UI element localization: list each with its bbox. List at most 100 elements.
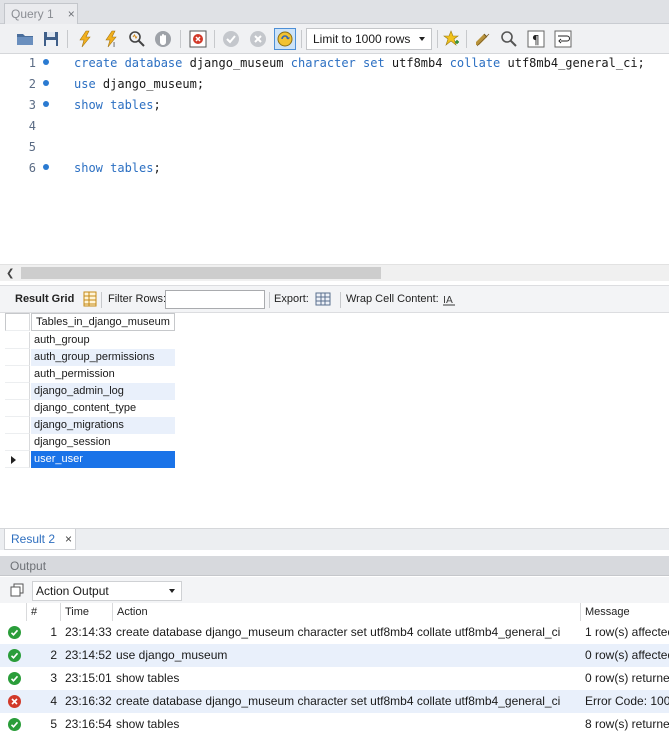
- beautify-icon[interactable]: [440, 28, 462, 50]
- row-gutter[interactable]: [5, 434, 30, 451]
- table-row[interactable]: django_content_type: [31, 400, 175, 417]
- table-row[interactable]: auth_group: [31, 332, 175, 349]
- line-number: 4: [28, 119, 36, 133]
- output-message-header[interactable]: Message: [581, 603, 669, 621]
- export-label: Export:: [274, 293, 309, 305]
- line-number: 3: [28, 98, 36, 112]
- sql-editor[interactable]: 1 create database django_museum character…: [0, 54, 669, 264]
- tab-query-1[interactable]: Query 1 ×: [4, 3, 78, 24]
- editor-line[interactable]: 2 use django_museum;: [0, 75, 669, 95]
- table-cell: auth_group: [34, 334, 90, 346]
- output-table[interactable]: # Time Action Message 1 23:14:33 create da…: [0, 603, 669, 740]
- result-grid-label[interactable]: Result Grid: [15, 293, 74, 305]
- sql-identifier: django_museum;: [102, 77, 205, 91]
- export-icon[interactable]: [315, 291, 331, 307]
- filter-rows-input[interactable]: [165, 290, 265, 309]
- toolbar-separator: [340, 292, 341, 308]
- line-number: 1: [28, 56, 36, 70]
- close-icon[interactable]: ×: [65, 532, 72, 546]
- output-row[interactable]: 4 23:16:32 create database django_museum c…: [0, 690, 669, 713]
- editor-horizontal-scrollbar[interactable]: ❮: [0, 264, 669, 281]
- row-gutter[interactable]: [5, 400, 30, 417]
- output-row[interactable]: 5 23:16:54 show tables 8 row(s) returned: [0, 713, 669, 736]
- output-time: 23:14:33: [65, 625, 112, 639]
- rollback-icon[interactable]: [247, 28, 269, 50]
- success-icon: [8, 672, 21, 685]
- table-row[interactable]: django_admin_log: [31, 383, 175, 400]
- output-num: 3: [50, 671, 57, 685]
- explain-icon[interactable]: [126, 28, 148, 50]
- row-gutter[interactable]: [5, 451, 30, 468]
- output-time: 23:15:01: [65, 671, 112, 685]
- success-icon: [8, 649, 21, 662]
- wrap-icon[interactable]: [552, 28, 574, 50]
- toolbar-separator: [437, 30, 438, 48]
- sql-keyword: collate: [449, 56, 508, 70]
- copy-icon[interactable]: [10, 583, 24, 597]
- wrap-cell-icon[interactable]: IA: [441, 291, 457, 307]
- commit-icon[interactable]: [220, 28, 242, 50]
- editor-line[interactable]: 4: [0, 117, 669, 137]
- sql-keyword: use: [74, 77, 103, 91]
- statement-marker-icon: [43, 101, 49, 107]
- output-action-header[interactable]: Action: [113, 603, 581, 621]
- execute-icon[interactable]: [74, 28, 96, 50]
- output-action: use django_museum: [116, 648, 228, 662]
- execute-current-icon[interactable]: I: [100, 28, 122, 50]
- stop-icon[interactable]: [152, 28, 174, 50]
- output-mode-select[interactable]: Action Output: [32, 581, 182, 601]
- editor-line[interactable]: 5: [0, 138, 669, 158]
- scrollbar-thumb[interactable]: [21, 267, 381, 279]
- grid-icon[interactable]: [82, 291, 98, 307]
- editor-line[interactable]: 1 create database django_museum character…: [0, 54, 669, 74]
- line-number: 6: [28, 161, 36, 175]
- row-gutter[interactable]: [5, 417, 30, 434]
- table-row[interactable]: django_migrations: [31, 417, 175, 434]
- output-action: create database django_museum character …: [116, 625, 561, 639]
- limit-rows-select[interactable]: Limit to 1000 rows: [306, 28, 432, 50]
- output-mode-label: Action Output: [36, 584, 109, 598]
- row-gutter[interactable]: [5, 349, 30, 366]
- format-icon[interactable]: [472, 28, 494, 50]
- table-row[interactable]: auth_permission: [31, 366, 175, 383]
- toolbar-separator: [101, 292, 102, 308]
- row-gutter[interactable]: [5, 383, 30, 400]
- output-time-header[interactable]: Time: [61, 603, 113, 621]
- table-cell: auth_group_permissions: [34, 351, 155, 363]
- table-row[interactable]: user_user: [31, 451, 175, 468]
- scroll-left-icon[interactable]: ❮: [6, 268, 14, 279]
- output-num-header[interactable]: #: [27, 603, 61, 621]
- invisible-chars-icon[interactable]: ¶: [525, 28, 547, 50]
- toolbar-separator: [67, 30, 68, 48]
- row-gutter[interactable]: [5, 366, 30, 383]
- column-header[interactable]: Tables_in_django_museum: [31, 313, 175, 331]
- table-row[interactable]: auth_group_permissions: [31, 349, 175, 366]
- table-row[interactable]: django_session: [31, 434, 175, 451]
- editor-line[interactable]: 3 show tables;: [0, 96, 669, 116]
- folder-open-icon[interactable]: [14, 28, 36, 50]
- row-gutter[interactable]: [5, 332, 30, 349]
- output-time: 23:16:54: [65, 717, 112, 731]
- result-grid[interactable]: Tables_in_django_museum auth_group auth_g…: [0, 313, 669, 528]
- output-row[interactable]: 3 23:15:01 show tables 0 row(s) returned: [0, 667, 669, 690]
- toggle-errors-icon[interactable]: [187, 28, 209, 50]
- sql-identifier: ;: [153, 161, 161, 175]
- statement-marker-icon: [43, 80, 49, 86]
- find-icon[interactable]: [498, 28, 520, 50]
- table-cell: django_admin_log: [34, 385, 124, 397]
- output-status-header: [0, 603, 27, 621]
- tab-result-2[interactable]: Result 2 ×: [4, 529, 76, 550]
- autocommit-icon[interactable]: [274, 28, 296, 50]
- row-pointer-icon: [11, 456, 16, 464]
- tab-result-2-label: Result 2: [11, 532, 56, 546]
- close-icon[interactable]: ×: [68, 7, 75, 21]
- statement-marker-icon: [43, 59, 49, 65]
- error-icon: [8, 695, 21, 708]
- output-num: 2: [50, 648, 57, 662]
- output-row[interactable]: 1 23:14:33 create database django_museum c…: [0, 621, 669, 644]
- editor-line[interactable]: 6 show tables;: [0, 159, 669, 179]
- tab-query-1-label: Query 1: [11, 7, 54, 21]
- output-title: Output: [10, 559, 47, 573]
- output-row[interactable]: 2 23:14:52 use django_museum 0 row(s) affec…: [0, 644, 669, 667]
- save-icon[interactable]: [40, 28, 62, 50]
